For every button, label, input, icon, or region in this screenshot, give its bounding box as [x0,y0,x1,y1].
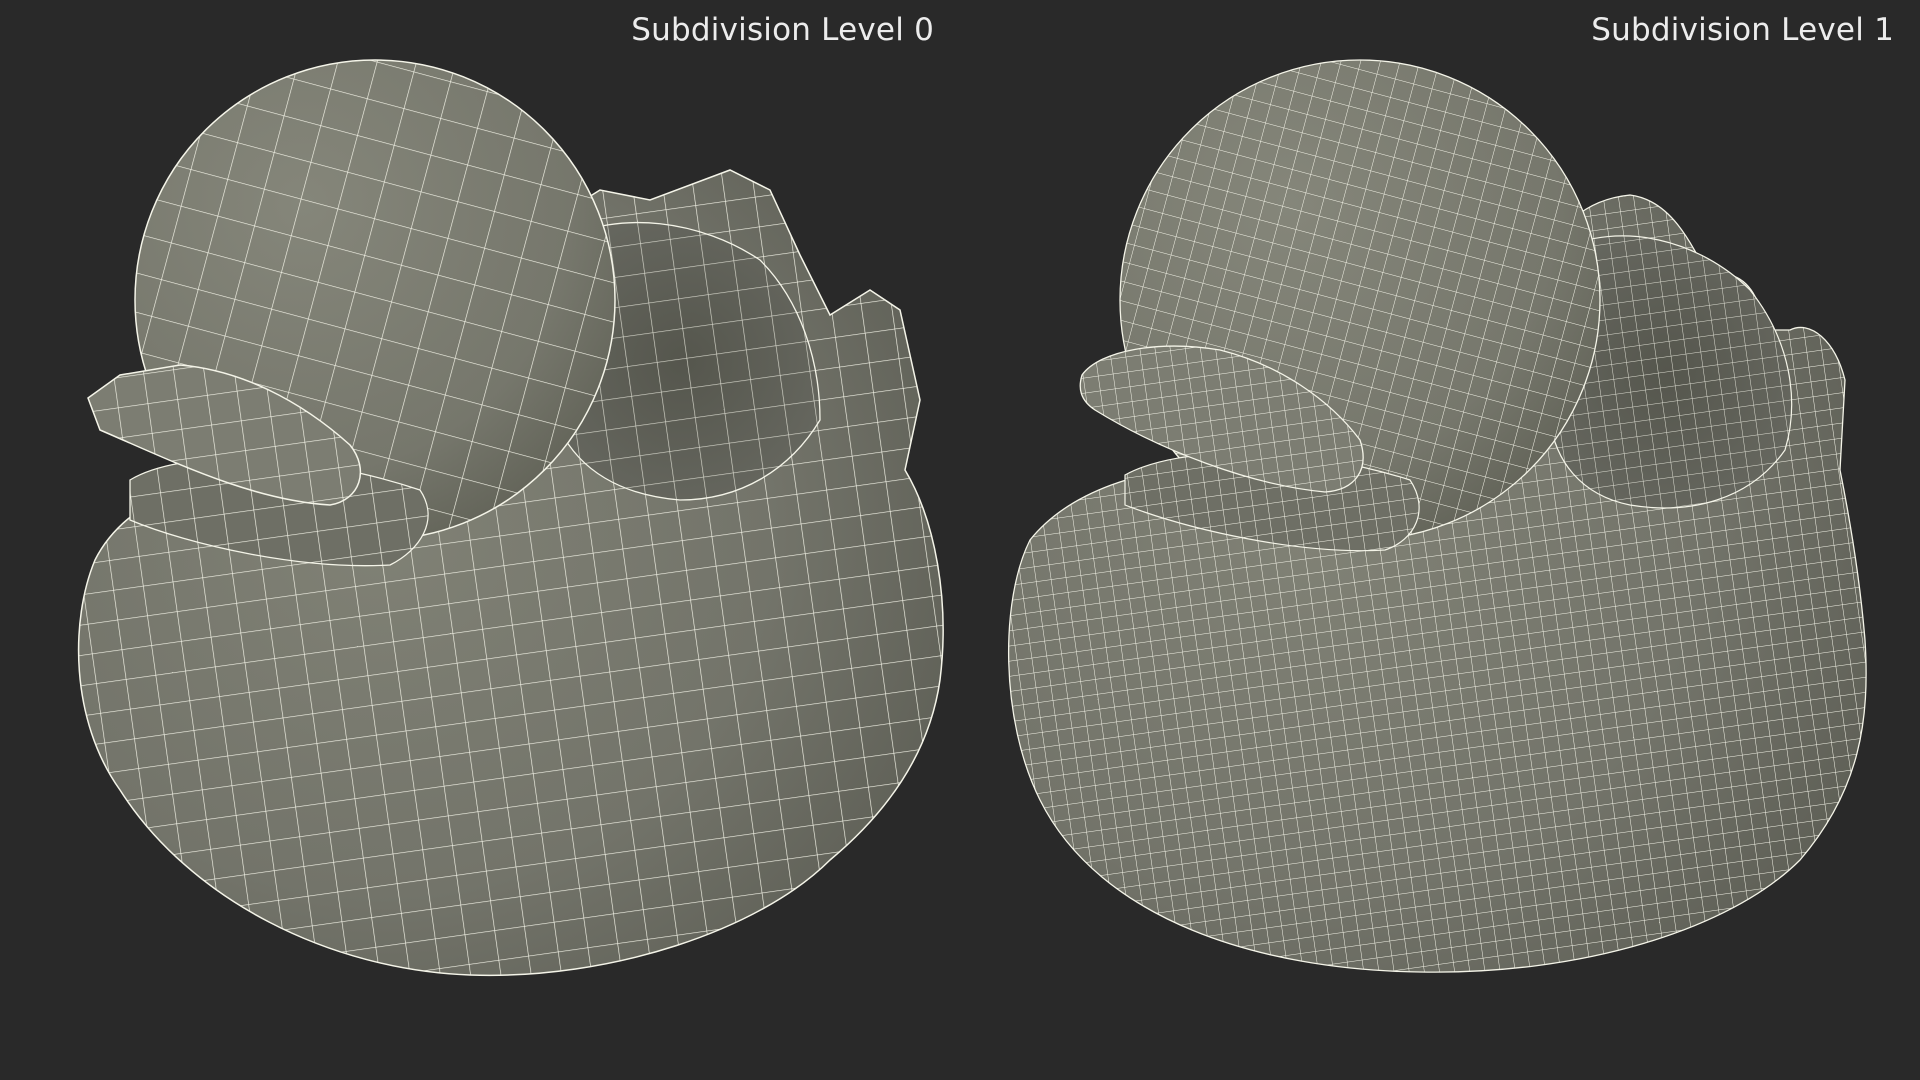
render-viewport: Subdivision Level 0 Subdivision Level 1 [0,0,1920,1080]
duck-model-level-1 [1007,59,1867,973]
duck-model-level-0 [77,59,944,977]
duck-renders [77,59,1867,977]
